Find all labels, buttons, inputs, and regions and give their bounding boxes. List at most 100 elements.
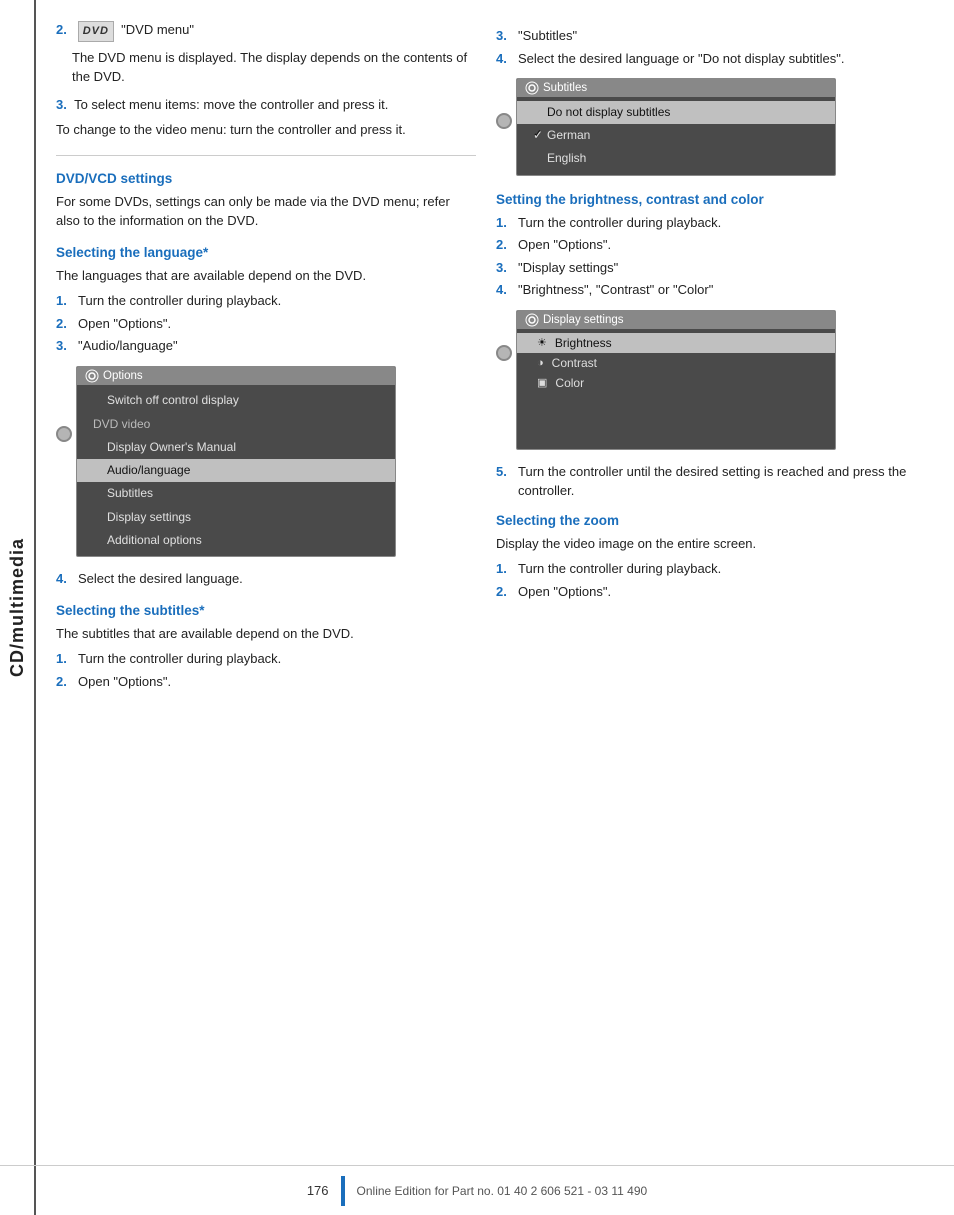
subtitle-steps-right: 3. "Subtitles" 4. Select the desired lan…	[496, 26, 934, 68]
menu-section: DVD video	[77, 412, 395, 436]
menu-item: Display settings	[77, 506, 395, 529]
list-item: 1. Turn the controller during playback.	[56, 649, 476, 669]
step-num: 1.	[56, 649, 72, 669]
subtitles-heading: Selecting the subtitles*	[56, 603, 476, 618]
gear-icon3	[525, 313, 539, 327]
sidebar-label: CD/multimedia	[0, 0, 36, 1215]
menu-item: Switch off control display	[77, 389, 395, 412]
list-item: 2. Open "Options".	[496, 235, 934, 255]
subtitles-steps-list: 1. Turn the controller during playback. …	[56, 649, 476, 691]
step-num: 2.	[56, 672, 72, 692]
step-num: 1.	[496, 213, 512, 233]
options-menu-wrapper: Options Switch off control display DVD v…	[76, 366, 476, 558]
intro-step2: 2. DVD "DVD menu" The DVD menu is displa…	[56, 20, 476, 87]
step-num: 1.	[496, 559, 512, 579]
brightness-icon: ☀	[537, 336, 547, 349]
step-text: Select the desired language or "Do not d…	[518, 49, 844, 69]
controller-knob	[56, 426, 72, 442]
menu-titlebar: Options	[77, 367, 395, 385]
zoom-heading: Selecting the zoom	[496, 513, 934, 528]
step-text: Turn the controller during playback.	[518, 559, 721, 579]
list-item: 3. "Display settings"	[496, 258, 934, 278]
subtitles-menu-box: Subtitles Do not display subtitles ✓ Ger…	[516, 78, 836, 176]
blue-divider	[341, 1176, 345, 1206]
dvd-settings-desc: For some DVDs, settings can only be made…	[56, 192, 476, 231]
step-num: 4.	[496, 280, 512, 300]
step-num: 3.	[56, 336, 72, 356]
step-text: "Brightness", "Contrast" or "Color"	[518, 280, 713, 300]
display-titlebar: Display settings	[517, 311, 835, 329]
controller-indicator3	[496, 345, 512, 361]
step-text: "Audio/language"	[78, 336, 178, 356]
lang-step4-list: 4. Select the desired language.	[56, 569, 476, 589]
lang-desc: The languages that are available depend …	[56, 266, 476, 286]
step-text: Turn the controller during playback.	[78, 291, 281, 311]
step-num: 4.	[56, 569, 72, 589]
step-text: Turn the controller during playback.	[518, 213, 721, 233]
list-item: 1. Turn the controller during playback.	[56, 291, 476, 311]
step-text: "Subtitles"	[518, 26, 577, 46]
step3-num: 3.	[56, 97, 67, 112]
step-text: Select the desired language.	[78, 569, 243, 589]
menu-item: English	[517, 147, 835, 170]
subtitles-menu-items: Do not display subtitles ✓ German Englis…	[517, 97, 835, 175]
menu-item: Display Owner's Manual	[77, 436, 395, 459]
step2-desc: The DVD menu is displayed. The display d…	[72, 48, 476, 87]
list-item: 4. "Brightness", "Contrast" or "Color"	[496, 280, 934, 300]
step-text: Open "Options".	[78, 672, 171, 692]
lang-steps-list: 1. Turn the controller during playback. …	[56, 291, 476, 356]
color-icon: ▣	[537, 376, 547, 389]
list-item: 2. Open "Options".	[56, 314, 476, 334]
list-item: 4. Select the desired language or "Do no…	[496, 49, 934, 69]
menu-item-check: ✓ German	[517, 124, 835, 147]
footer-text: Online Edition for Part no. 01 40 2 606 …	[357, 1184, 648, 1198]
left-column: 2. DVD "DVD menu" The DVD menu is displa…	[56, 20, 476, 1155]
list-item: 4. Select the desired language.	[56, 569, 476, 589]
two-column-layout: 2. DVD "DVD menu" The DVD menu is displa…	[56, 20, 934, 1155]
contrast-item: ◑ Contrast	[517, 353, 835, 373]
step2-label: "DVD menu"	[121, 22, 194, 37]
main-content: 2. DVD "DVD menu" The DVD menu is displa…	[36, 0, 954, 1215]
gear-icon	[85, 369, 99, 383]
step2-num: 2.	[56, 22, 67, 37]
subtitles-titlebar: Subtitles	[517, 79, 835, 97]
step-num: 2.	[496, 235, 512, 255]
dvd-icon: DVD	[78, 21, 114, 42]
list-item: 2. Open "Options".	[56, 672, 476, 692]
menu-item-highlighted: Do not display subtitles	[517, 101, 835, 124]
zoom-steps-list: 1. Turn the controller during playback. …	[496, 559, 934, 601]
dvd-settings-heading: DVD/VCD settings	[56, 171, 476, 186]
display-menu-title: Display settings	[543, 314, 624, 326]
color-item: ▣ Color	[517, 373, 835, 393]
sidebar-text: CD/multimedia	[7, 538, 28, 677]
step3-text: 3. To select menu items: move the contro…	[56, 95, 476, 115]
controller-indicator	[56, 426, 72, 442]
display-menu-wrapper: Display settings ☀ Brightness ◑ Contrast	[516, 310, 934, 450]
page-container: CD/multimedia 2. DVD "DVD menu" The DVD	[0, 0, 954, 1215]
step-text: Open "Options".	[518, 235, 611, 255]
brightness-steps-list: 1. Turn the controller during playback. …	[496, 213, 934, 300]
subtitles-menu-wrapper: Subtitles Do not display subtitles ✓ Ger…	[516, 78, 934, 176]
menu-item: Additional options	[77, 529, 395, 552]
list-item: 3. "Subtitles"	[496, 26, 934, 46]
menu-item: Subtitles	[77, 482, 395, 505]
options-menu-box: Options Switch off control display DVD v…	[76, 366, 396, 558]
lang-heading: Selecting the language*	[56, 245, 476, 260]
list-item: 3. "Audio/language"	[56, 336, 476, 356]
step-num: 3.	[496, 26, 512, 46]
subtitles-menu-title: Subtitles	[543, 82, 587, 94]
step-text: Open "Options".	[78, 314, 171, 334]
gear-icon2	[525, 81, 539, 95]
brightness-item: ☀ Brightness	[517, 333, 835, 353]
step-num: 4.	[496, 49, 512, 69]
menu-title: Options	[103, 370, 143, 382]
controller-knob3	[496, 345, 512, 361]
step-num: 2.	[496, 582, 512, 602]
step-text: Turn the controller during playback.	[78, 649, 281, 669]
menu-item-highlighted: Audio/language	[77, 459, 395, 482]
subtitles-desc: The subtitles that are available depend …	[56, 624, 476, 644]
step-text: Open "Options".	[518, 582, 611, 602]
dvd-icon-label: DVD	[78, 21, 114, 42]
controller-indicator2	[496, 113, 512, 129]
list-item: 1. Turn the controller during playback.	[496, 559, 934, 579]
